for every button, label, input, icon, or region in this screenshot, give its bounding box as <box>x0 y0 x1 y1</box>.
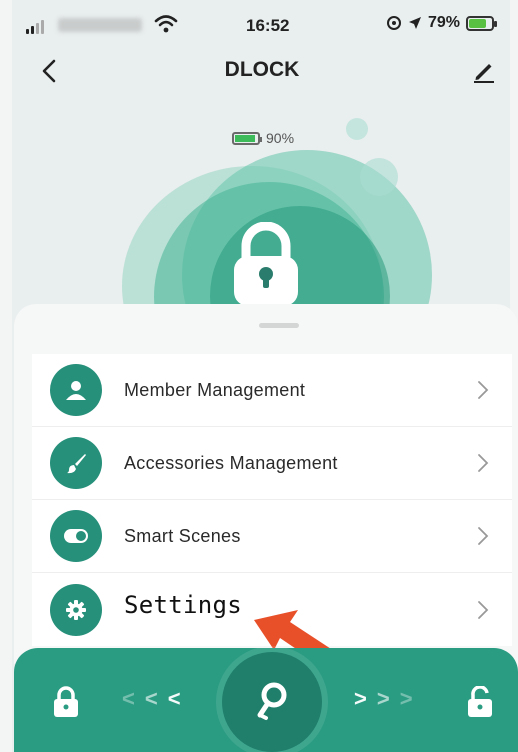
key-button[interactable] <box>222 652 322 752</box>
carrier-name-blurred <box>58 18 142 32</box>
lock-battery-fill <box>235 134 255 142</box>
toggle-icon <box>64 529 88 543</box>
screen-lock-icon <box>386 16 401 30</box>
gear-icon <box>66 599 86 620</box>
status-time: 16:52 <box>246 16 290 35</box>
page-title: DLOCK <box>224 58 300 81</box>
chevron-right-icon <box>472 597 494 623</box>
key-icon <box>257 682 287 720</box>
status-right: 79% <box>386 14 497 32</box>
menu-item-label: Member Management <box>124 379 306 400</box>
menu-item-smart-scenes[interactable]: Smart Scenes <box>32 500 512 573</box>
lock-closed-icon[interactable] <box>52 686 80 718</box>
sheet-handle[interactable] <box>259 323 299 328</box>
person-icon <box>66 381 86 400</box>
menu-item-label: Accessories Management <box>124 452 338 473</box>
menu-item-accessories-management[interactable]: Accessories Management <box>32 427 512 500</box>
signal-icon <box>26 20 44 34</box>
pencil-icon <box>474 64 494 83</box>
battery-fill <box>469 18 487 28</box>
lock-open-icon[interactable] <box>466 686 494 718</box>
screenshot-frame-left <box>0 0 12 752</box>
location-icon <box>408 17 421 29</box>
brush-icon <box>67 454 86 474</box>
menu-list: Member Management Accessories Management <box>32 354 512 646</box>
hero-bubble <box>346 118 368 140</box>
wifi-icon <box>154 15 178 33</box>
hero-bubble <box>360 158 398 196</box>
edit-button[interactable] <box>468 54 500 88</box>
chevron-right-icon <box>472 377 494 403</box>
nav-header: DLOCK <box>14 46 510 96</box>
lock-battery-icon <box>232 131 262 145</box>
battery-icon <box>466 15 497 31</box>
lock-battery-percent: 90% <box>266 130 295 146</box>
menu-icon-circle <box>50 583 102 636</box>
swipe-left-arrows: < < < <box>122 686 181 711</box>
menu-icon-circle <box>50 437 102 489</box>
lock-battery: 90% <box>232 130 294 146</box>
chevron-right-icon <box>472 523 494 549</box>
menu-icon-circle <box>50 510 102 562</box>
bottom-control-bar: < < < > > > <box>14 648 518 752</box>
swipe-right-arrows: > > > <box>354 686 413 711</box>
status-battery-percent: 79% <box>427 14 460 31</box>
menu-icon-circle <box>50 364 102 416</box>
status-bar: 16:52 79% <box>14 0 510 46</box>
chevron-right-icon <box>472 450 494 476</box>
menu-item-label: Smart Scenes <box>124 525 241 546</box>
menu-item-label: Settings <box>124 591 242 619</box>
menu-item-member-management[interactable]: Member Management <box>32 354 512 427</box>
padlock-icon <box>234 222 298 306</box>
